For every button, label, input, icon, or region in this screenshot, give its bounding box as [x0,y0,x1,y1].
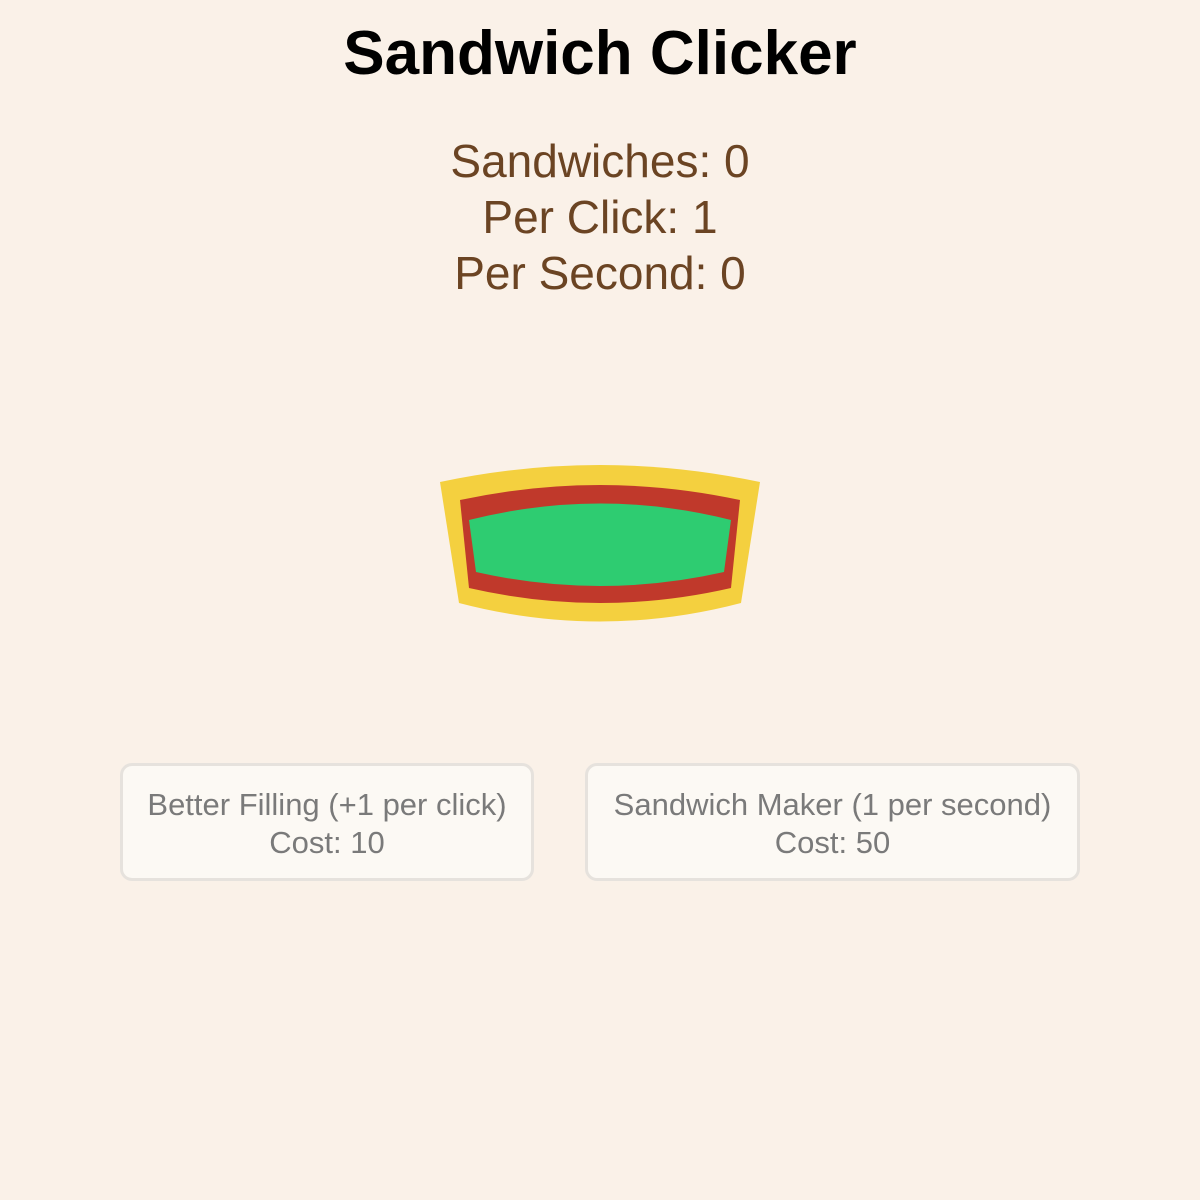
sandwich-count: Sandwiches: 0 [450,135,750,187]
upgrade-cost: Cost: 50 [774,825,891,860]
stats-panel: Sandwiches: 0 Per Click: 1 Per Second: 0 [0,133,1200,301]
lettuce-layer [469,503,731,586]
per-second-stat: Per Second: 0 [454,247,746,299]
upgrade-name: Sandwich Maker (1 per second) [613,787,1052,822]
upgrade-better-filling-button[interactable]: Better Filling (+1 per click) Cost: 10 [120,763,534,881]
game-title: Sandwich Clicker [343,19,857,88]
sandwich-icon [440,465,760,622]
sandwich-button[interactable] [440,460,760,625]
upgrade-name: Better Filling (+1 per click) [147,787,507,822]
upgrade-cost: Cost: 10 [269,825,385,860]
upgrade-sandwich-maker-button[interactable]: Sandwich Maker (1 per second) Cost: 50 [585,763,1080,881]
per-click-stat: Per Click: 1 [482,191,718,243]
